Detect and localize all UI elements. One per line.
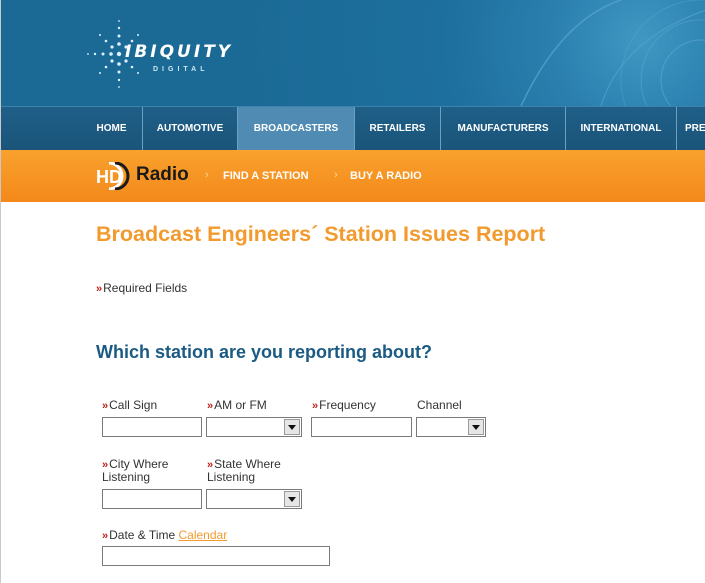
required-marker: » (102, 400, 109, 412)
call-sign-label: »Call Sign (102, 399, 157, 412)
buy-a-radio-link[interactable]: BUY A RADIO (350, 170, 422, 182)
city-label: »City Where Listening (102, 458, 168, 483)
nav-item-automotive[interactable]: AUTOMOTIVE (143, 107, 238, 151)
call-sign-input[interactable] (102, 417, 202, 437)
brand-subtitle: DIGITAL (153, 66, 209, 73)
frequency-label: »Frequency (312, 399, 376, 412)
calendar-link[interactable]: Calendar (179, 528, 228, 542)
nav-item-manufacturers[interactable]: MANUFACTURERS (441, 107, 566, 151)
am-fm-label: »AM or FM (207, 399, 267, 412)
state-label-line2: Listening (207, 470, 256, 484)
required-marker: » (207, 400, 214, 412)
required-fields-label: Required Fields (103, 281, 188, 295)
date-time-label: »Date & Time Calendar (102, 529, 227, 542)
chevron-down-icon[interactable] (468, 419, 484, 435)
frequency-input[interactable] (311, 417, 412, 437)
state-label: »State Where Listening (207, 458, 281, 483)
required-marker: » (312, 400, 319, 412)
page: IBIQUITY DIGITAL HOME AUTOMOTIVE BROADCA… (0, 0, 705, 583)
call-sign-label-text: Call Sign (109, 398, 158, 412)
channel-label: Channel (417, 398, 462, 412)
date-time-input[interactable] (102, 546, 330, 566)
nav-item-press[interactable]: PRE (677, 107, 705, 151)
city-label-line2: Listening (102, 470, 151, 484)
required-fields-note: »Required Fields (96, 281, 187, 295)
nav-item-broadcasters[interactable]: BROADCASTERS (238, 107, 355, 151)
am-fm-select[interactable] (206, 417, 302, 437)
hd-logo-icon: HD (96, 162, 130, 190)
section-title: Which station are you reporting about? (96, 342, 433, 362)
hd-radio-bar: HD Radio › FIND A STATION › BUY A RADIO (1, 150, 705, 202)
state-select[interactable] (206, 489, 302, 509)
frequency-label-text: Frequency (319, 398, 376, 412)
brand-name: IBIQUITY (125, 42, 234, 62)
hd-logo-letters: HD (96, 167, 122, 187)
required-marker: » (102, 530, 109, 542)
state-label-line1: State Where (214, 457, 281, 471)
chevron-right-icon: › (205, 169, 209, 181)
page-title: Broadcast Engineers´ Station Issues Repo… (96, 222, 546, 246)
nav-item-international[interactable]: INTERNATIONAL (566, 107, 677, 151)
channel-select[interactable] (416, 417, 486, 437)
date-time-label-text: Date & Time (109, 528, 176, 542)
hd-radio-word: Radio (136, 164, 189, 185)
hd-radio-logo[interactable]: HD Radio (95, 162, 191, 190)
city-input[interactable] (102, 489, 202, 509)
chevron-right-icon: › (334, 169, 338, 181)
ibiquity-logo[interactable]: IBIQUITY DIGITAL (81, 14, 281, 94)
chevron-down-icon[interactable] (284, 491, 300, 507)
nav-item-home[interactable]: HOME (81, 107, 143, 151)
city-label-line1: City Where (109, 457, 169, 471)
nav-item-retailers[interactable]: RETAILERS (355, 107, 441, 151)
find-a-station-link[interactable]: FIND A STATION (223, 170, 309, 182)
site-header: IBIQUITY DIGITAL (1, 0, 705, 106)
main-nav: HOME AUTOMOTIVE BROADCASTERS RETAILERS M… (1, 106, 705, 151)
am-fm-label-text: AM or FM (214, 398, 267, 412)
required-marker: » (96, 283, 103, 295)
chevron-down-icon[interactable] (284, 419, 300, 435)
